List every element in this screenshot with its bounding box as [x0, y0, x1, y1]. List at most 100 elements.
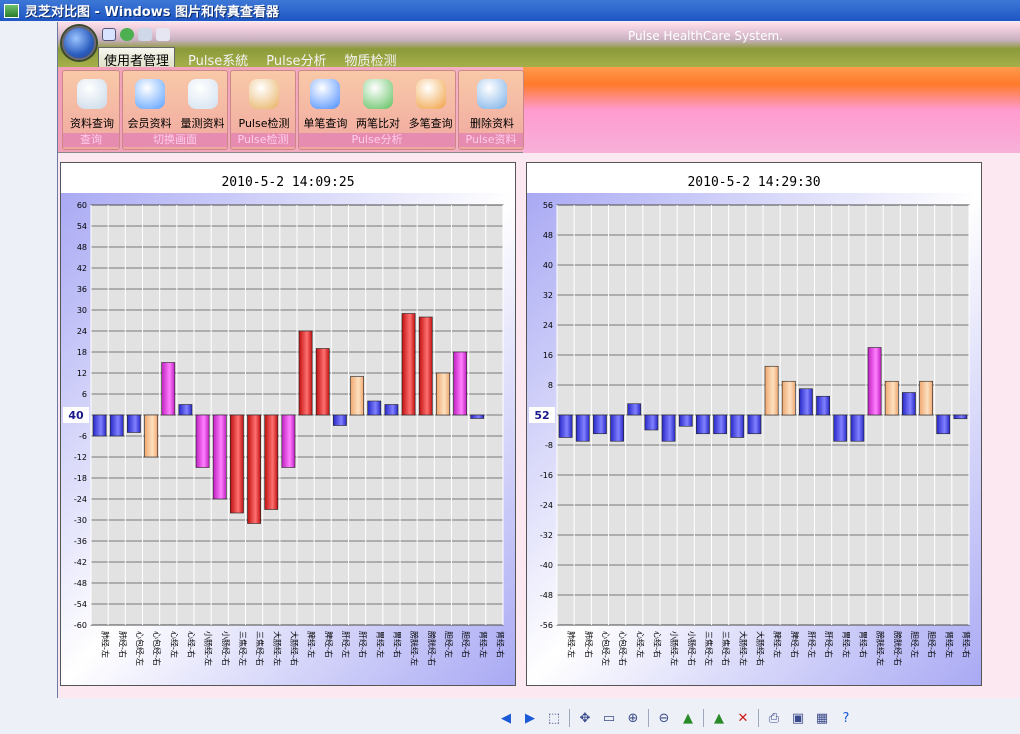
next-icon[interactable]: ▶ [521, 709, 539, 727]
x-tick-label: 心包经-右 [152, 631, 162, 666]
open-editor-icon[interactable]: ▦ [813, 709, 831, 727]
x-tick-label: 心包经-左 [601, 631, 611, 666]
y-tick-label: 42 [77, 264, 87, 273]
bar [401, 313, 416, 416]
copy-icon[interactable] [156, 28, 170, 41]
bar [453, 351, 467, 416]
x-tick-label: 心包经-右 [618, 631, 628, 666]
print-icon[interactable]: ⎙ [765, 709, 783, 727]
chart-panel-right: 2010-5-2 14:29:30 56484032241680-8-16-24… [526, 162, 982, 686]
x-tick-label: 大肠经-左 [738, 631, 748, 666]
x-tick-label: 胃经-右 [392, 631, 402, 658]
actual-size-icon[interactable]: ✥ [576, 709, 594, 727]
chart-svg-left: 60544842363024181260-6-12-18-24-30-36-42… [61, 193, 515, 685]
bar [264, 414, 279, 510]
x-tick-label: 胆经-左 [444, 631, 454, 658]
bar [109, 414, 124, 437]
bar [418, 316, 433, 416]
app-window: Pulse HealthCare System. 使用者管理 Pulse系統 Pul… [57, 22, 1020, 698]
ribbon-button-0-0[interactable]: 资料查询 [66, 75, 118, 130]
bar [281, 414, 296, 468]
x-tick-label: 脾经-左 [307, 631, 317, 658]
x-tick-label: 小肠经-右 [221, 631, 231, 666]
ribbon-button-3-0[interactable]: 单笔查询 [299, 75, 351, 130]
ribbon-button-label: 多笔查询 [408, 117, 453, 130]
ribbon-button-label: 会员资料 [127, 117, 172, 130]
x-tick-label: 脾经-左 [773, 631, 783, 658]
save-icon[interactable]: ▣ [789, 709, 807, 727]
app-menu-orb[interactable] [62, 26, 96, 60]
system-label: Pulse HealthCare System. [628, 29, 783, 43]
baseline-label: 52 [534, 409, 549, 422]
x-tick-label: 大肠经-左 [272, 631, 282, 666]
prev-icon[interactable]: ◀ [497, 709, 515, 727]
mail-icon[interactable] [102, 28, 116, 41]
best-fit-icon[interactable]: ⬚ [545, 709, 563, 727]
x-tick-label: 肝经-左 [807, 631, 817, 658]
bar [350, 376, 364, 416]
x-tick-label: 胆经-右 [927, 631, 937, 658]
ribbon-button-label: 单笔查询 [303, 117, 348, 130]
bar [764, 365, 779, 416]
x-tick-label: 胃经-右 [858, 631, 868, 658]
y-tick-label: 40 [543, 261, 553, 270]
y-tick-label: -36 [74, 537, 87, 546]
bar [230, 414, 244, 514]
globe-icon[interactable] [120, 28, 134, 41]
bar [212, 414, 227, 500]
x-tick-label: 肾经-左 [478, 631, 488, 658]
y-tick-label: -56 [540, 621, 553, 630]
ribbon-button-2-0[interactable]: Pulse检测 [238, 75, 290, 130]
ribbon-button-3-1[interactable]: 两笔比对 [352, 75, 404, 130]
ribbon-button-3-2[interactable]: 多笔查询 [405, 75, 457, 130]
bar [470, 414, 485, 419]
bar [247, 414, 261, 524]
x-tick-label: 三焦经-右 [721, 631, 731, 666]
rotate-cw-icon[interactable]: ▲ [679, 709, 697, 727]
bar [678, 414, 693, 427]
ribbon-button-1-0[interactable]: 会员资料 [124, 75, 176, 130]
magnifier-doc-icon [77, 79, 107, 109]
y-tick-label: -30 [74, 516, 87, 525]
bar [384, 404, 399, 416]
x-tick-label: 三焦经-左 [238, 631, 248, 666]
bar [953, 414, 968, 420]
ribbon-button-4-0[interactable]: 删除资料 [466, 75, 518, 130]
y-tick-label: -8 [545, 441, 553, 450]
x-tick-label: 心经-右 [652, 631, 662, 658]
x-tick-label: 肝经-右 [358, 631, 368, 658]
rotate-ccw-icon[interactable]: ▲ [710, 709, 728, 727]
ribbon-group-1: 会员资料 量测资料 切换画面 [122, 70, 228, 150]
bar [799, 388, 813, 416]
ribbon-group-label: Pulse资料 [459, 133, 523, 147]
database-icon[interactable] [138, 28, 152, 41]
ribbon-decoration [523, 67, 1020, 153]
bar [713, 414, 727, 435]
zoom-out-icon[interactable]: ⊖ [655, 709, 673, 727]
x-tick-label: 三焦经-左 [704, 631, 714, 666]
toolbar-separator [703, 709, 704, 727]
multi-users-icon [415, 79, 446, 109]
y-tick-label: -6 [79, 432, 87, 441]
x-tick-label: 大肠经-右 [755, 631, 765, 666]
x-tick-label: 小肠经-左 [670, 631, 680, 666]
slideshow-icon[interactable]: ▭ [600, 709, 618, 727]
y-tick-label: -48 [74, 579, 87, 588]
bar [436, 372, 450, 416]
toolbar-separator [648, 709, 649, 727]
x-tick-label: 肾经-右 [961, 631, 971, 658]
delete-icon[interactable]: ✕ [734, 709, 752, 727]
bar [884, 380, 899, 416]
ribbon-button-1-1[interactable]: 量测资料 [177, 75, 229, 130]
ribbon-button-label: 资料查询 [70, 117, 114, 130]
bar [178, 404, 193, 416]
zoom-in-icon[interactable]: ⊕ [624, 709, 642, 727]
help-icon[interactable]: ? [837, 709, 855, 727]
x-tick-label: 小肠经-右 [687, 631, 697, 666]
y-tick-label: 6 [82, 390, 87, 399]
bar [919, 380, 933, 416]
y-tick-label: 48 [543, 231, 553, 240]
chart-svg-right: 56484032241680-8-16-24-32-40-48-5652肺经-左… [527, 193, 981, 685]
chart-panel-left: 2010-5-2 14:09:25 60544842363024181260-6… [60, 162, 516, 686]
ribbon-button-label: 删除资料 [470, 117, 514, 130]
